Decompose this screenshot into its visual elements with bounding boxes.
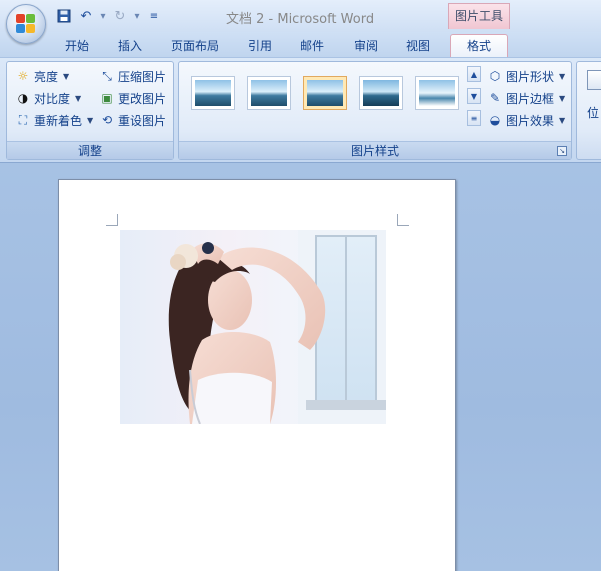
picture-style-thumbnail[interactable] [415,76,459,110]
tab-view[interactable]: 视图 [406,37,430,54]
contrast-button[interactable]: ◑ 对比度 ▼ [15,88,81,108]
tab-mailings[interactable]: 邮件 [300,37,324,54]
office-button[interactable] [6,4,46,44]
reset-picture-button[interactable]: ⟲ 重设图片 [99,110,166,130]
gallery-more-icon[interactable]: ≡ [467,110,481,126]
picture-styles-group-label: 图片样式 [179,141,571,159]
recolor-icon: ⛶ [18,112,28,127]
title-bar: ↶ ▾ ↻ ▾ ≡ 文档 2 - Microsoft Word 图片工具 [0,0,601,44]
picture-effects-icon: ◒ [489,113,501,127]
picture-shape-label: 图片形状 [506,69,555,84]
picture-tools-label: 图片工具 [448,3,510,29]
reset-label: 重设图片 [118,113,167,128]
office-logo-icon [16,14,36,34]
recolor-button[interactable]: ⛶ 重新着色 ▼ [15,110,93,130]
tab-review[interactable]: 审阅 [354,37,378,54]
customize-qat-icon[interactable]: ≡ [144,7,164,25]
arrange-group: 位 [576,61,601,160]
tab-format[interactable]: 格式 [450,34,508,59]
tab-insert[interactable]: 插入 [118,37,142,54]
redo-dropdown-icon[interactable]: ▾ [132,11,142,22]
chevron-down-icon: ▼ [559,71,566,81]
picture-border-icon: ✎ [489,91,501,105]
picture-style-thumbnail[interactable] [247,76,291,110]
inserted-photo[interactable] [120,230,386,424]
picture-style-thumbnail[interactable] [359,76,403,110]
position-icon[interactable] [587,70,601,90]
tab-page-layout[interactable]: 页面布局 [171,37,219,54]
brightness-icon: ☼ [17,69,29,83]
undo-dropdown-icon[interactable]: ▾ [98,11,108,22]
change-picture-button[interactable]: ▣ 更改图片 [99,88,166,108]
change-label: 更改图片 [118,91,167,106]
compress-label: 压缩图片 [118,69,167,84]
picture-shape-icon: ⬡ [489,69,501,83]
chevron-down-icon: ▼ [75,93,82,103]
brightness-label: 亮度 [34,69,59,84]
brightness-button[interactable]: ☼ 亮度 ▼ [15,66,70,86]
ribbon: ☼ 亮度 ▼ ◑ 对比度 ▼ ⛶ 重新着色 ▼ ⤡ 压缩图片 ▣ 更改图片 ⟲ … [0,57,601,163]
document-page[interactable] [58,179,456,571]
picture-border-label: 图片边框 [506,91,555,106]
picture-border-button[interactable]: ✎ 图片边框 ▼ [487,88,565,108]
margin-corner-mark [397,214,409,226]
contrast-icon: ◑ [17,91,29,105]
picture-effects-button[interactable]: ◒ 图片效果 ▼ [487,110,565,130]
tab-home[interactable]: 开始 [65,37,89,54]
position-label: 位 [587,105,600,120]
document-workspace [0,163,601,571]
document-title: 文档 2 - Microsoft Word [226,12,375,27]
adjust-group: ☼ 亮度 ▼ ◑ 对比度 ▼ ⛶ 重新着色 ▼ ⤡ 压缩图片 ▣ 更改图片 ⟲ … [6,61,174,160]
picture-shape-button[interactable]: ⬡ 图片形状 ▼ [487,66,565,86]
compress-icon: ⤡ [102,68,112,83]
picture-style-thumbnail[interactable] [303,76,347,110]
gallery-scroll-up-icon[interactable]: ▲ [467,66,481,82]
recolor-label: 重新着色 [34,113,83,128]
adjust-group-label: 调整 [7,141,173,159]
change-picture-icon: ▣ [101,91,113,105]
picture-styles-group: ▲ ▼ ≡ ⬡ 图片形状 ▼ ✎ 图片边框 ▼ ◒ 图片效果 ▼ 图片样式 ↘ [178,61,572,160]
chevron-down-icon: ▼ [87,115,94,125]
contrast-label: 对比度 [34,91,71,106]
picture-style-thumbnail[interactable] [191,76,235,110]
margin-corner-mark [106,214,118,226]
redo-icon[interactable]: ↻ [110,7,130,25]
save-icon[interactable] [54,7,74,25]
compress-pictures-button[interactable]: ⤡ 压缩图片 [99,66,166,86]
picture-effects-label: 图片效果 [506,113,555,128]
undo-icon[interactable]: ↶ [76,7,96,25]
position-button[interactable]: 位 [587,102,599,122]
gallery-scroll-down-icon[interactable]: ▼ [467,88,481,104]
ribbon-tabs: 开始 插入 页面布局 引用 邮件 审阅 视图 格式 [0,32,601,59]
dialog-launcher-icon[interactable]: ↘ [557,146,567,156]
chevron-down-icon: ▼ [63,71,70,81]
reset-picture-icon: ⟲ [101,113,113,127]
quick-access-toolbar: ↶ ▾ ↻ ▾ ≡ [54,6,164,26]
chevron-down-icon: ▼ [559,93,566,103]
tab-references[interactable]: 引用 [248,37,272,54]
chevron-down-icon: ▼ [559,115,566,125]
